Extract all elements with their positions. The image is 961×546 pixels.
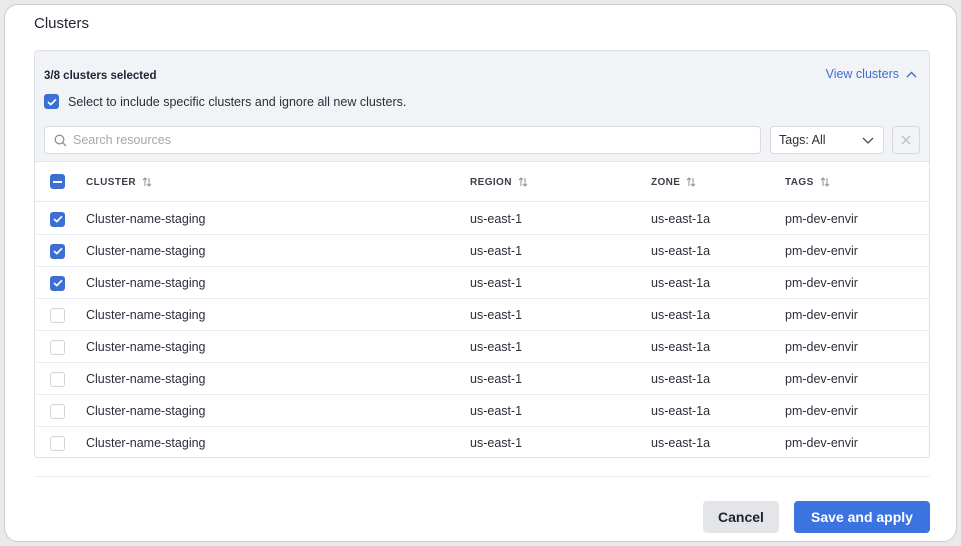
- zone-cell: us-east-1a: [651, 244, 711, 258]
- sort-icon: [142, 177, 152, 187]
- row-checkbox[interactable]: [50, 275, 65, 291]
- row-checkbox[interactable]: [50, 339, 65, 355]
- tags-filter-label: Tags: All: [779, 133, 826, 147]
- cluster-name-cell: Cluster-name-staging: [86, 436, 206, 450]
- cancel-button[interactable]: Cancel: [703, 501, 779, 533]
- table-row[interactable]: Cluster-name-staging us-east-1 us-east-1…: [35, 267, 929, 299]
- search-icon: [54, 134, 67, 146]
- close-icon: [901, 135, 911, 145]
- column-label: CLUSTER: [86, 176, 137, 188]
- cluster-name-cell: Cluster-name-staging: [86, 340, 206, 354]
- row-checkbox[interactable]: [50, 435, 65, 451]
- zone-cell: us-east-1a: [651, 340, 711, 354]
- chevron-down-icon: [862, 137, 874, 144]
- check-icon: [52, 215, 63, 223]
- tags-cell: pm-dev-envir: [785, 404, 858, 418]
- cluster-name-cell: Cluster-name-staging: [86, 276, 206, 290]
- search-input[interactable]: [73, 133, 733, 147]
- selection-count: 3/8 clusters selected: [44, 70, 157, 82]
- column-label: TAGS: [785, 176, 814, 188]
- region-cell: us-east-1: [470, 308, 523, 322]
- sort-icon: [518, 177, 528, 187]
- panel-header: 3/8 clusters selected View clusters Sele…: [35, 51, 929, 162]
- include-specific-checkbox[interactable]: [44, 94, 59, 109]
- row-checkbox[interactable]: [50, 403, 65, 419]
- row-checkbox[interactable]: [50, 307, 65, 323]
- column-label: ZONE: [651, 176, 681, 188]
- dialog-title: Clusters: [34, 15, 90, 32]
- tags-cell: pm-dev-envir: [785, 212, 858, 226]
- chevron-up-icon: [906, 71, 917, 77]
- row-checkbox[interactable]: [50, 243, 65, 259]
- table-row[interactable]: Cluster-name-staging us-east-1 us-east-1…: [35, 299, 929, 331]
- row-checkbox[interactable]: [50, 371, 65, 387]
- tags-cell: pm-dev-envir: [785, 244, 858, 258]
- search-field[interactable]: [44, 126, 761, 154]
- zone-cell: us-east-1a: [651, 212, 711, 226]
- column-header-zone[interactable]: ZONE: [651, 162, 696, 202]
- row-checkbox[interactable]: [50, 211, 65, 227]
- table-row[interactable]: Cluster-name-staging us-east-1 us-east-1…: [35, 203, 929, 235]
- view-clusters-label: View clusters: [825, 67, 899, 81]
- tags-filter-select[interactable]: Tags: All: [770, 126, 884, 154]
- cluster-name-cell: Cluster-name-staging: [86, 308, 206, 322]
- tags-cell: pm-dev-envir: [785, 340, 858, 354]
- sort-icon: [687, 177, 696, 187]
- region-cell: us-east-1: [470, 372, 523, 386]
- view-clusters-link[interactable]: View clusters: [826, 67, 917, 81]
- column-label: REGION: [470, 176, 512, 188]
- table-header: CLUSTER REGION ZONE TAGS: [35, 162, 929, 202]
- zone-cell: us-east-1a: [651, 372, 711, 386]
- column-header-region[interactable]: REGION: [470, 162, 528, 202]
- column-header-tags[interactable]: TAGS: [785, 162, 830, 202]
- include-specific-label: Select to include specific clusters and …: [68, 94, 407, 109]
- tags-cell: pm-dev-envir: [785, 308, 858, 322]
- select-all-checkbox[interactable]: [50, 174, 65, 189]
- region-cell: us-east-1: [470, 340, 523, 354]
- region-cell: us-east-1: [470, 244, 523, 258]
- tags-cell: pm-dev-envir: [785, 276, 858, 290]
- check-icon: [52, 279, 63, 287]
- table-row[interactable]: Cluster-name-staging us-east-1 us-east-1…: [35, 363, 929, 395]
- table-row[interactable]: Cluster-name-staging us-east-1 us-east-1…: [35, 235, 929, 267]
- cluster-name-cell: Cluster-name-staging: [86, 404, 206, 418]
- table-row[interactable]: Cluster-name-staging us-east-1 us-east-1…: [35, 331, 929, 363]
- check-icon: [46, 98, 57, 106]
- region-cell: us-east-1: [470, 276, 523, 290]
- sort-icon: [820, 177, 829, 187]
- column-header-cluster[interactable]: CLUSTER: [86, 162, 152, 202]
- save-and-apply-button[interactable]: Save and apply: [794, 501, 930, 533]
- zone-cell: us-east-1a: [651, 308, 711, 322]
- clusters-panel: 3/8 clusters selected View clusters Sele…: [34, 50, 930, 458]
- check-icon: [52, 247, 63, 255]
- zone-cell: us-east-1a: [651, 404, 711, 418]
- include-specific-row: Select to include specific clusters and …: [44, 94, 406, 109]
- cluster-name-cell: Cluster-name-staging: [86, 244, 206, 258]
- clusters-dialog: Clusters 3/8 clusters selected View clus…: [4, 4, 957, 542]
- footer-divider: [34, 476, 930, 477]
- table-row[interactable]: Cluster-name-staging us-east-1 us-east-1…: [35, 427, 929, 457]
- tags-cell: pm-dev-envir: [785, 436, 858, 450]
- zone-cell: us-east-1a: [651, 436, 711, 450]
- cluster-name-cell: Cluster-name-staging: [86, 372, 206, 386]
- minus-icon: [53, 180, 62, 183]
- region-cell: us-east-1: [470, 212, 523, 226]
- table-row[interactable]: Cluster-name-staging us-east-1 us-east-1…: [35, 395, 929, 427]
- cluster-name-cell: Cluster-name-staging: [86, 212, 206, 226]
- tags-cell: pm-dev-envir: [785, 372, 858, 386]
- clear-filters-button[interactable]: [892, 126, 920, 154]
- region-cell: us-east-1: [470, 404, 523, 418]
- zone-cell: us-east-1a: [651, 276, 711, 290]
- region-cell: us-east-1: [470, 436, 523, 450]
